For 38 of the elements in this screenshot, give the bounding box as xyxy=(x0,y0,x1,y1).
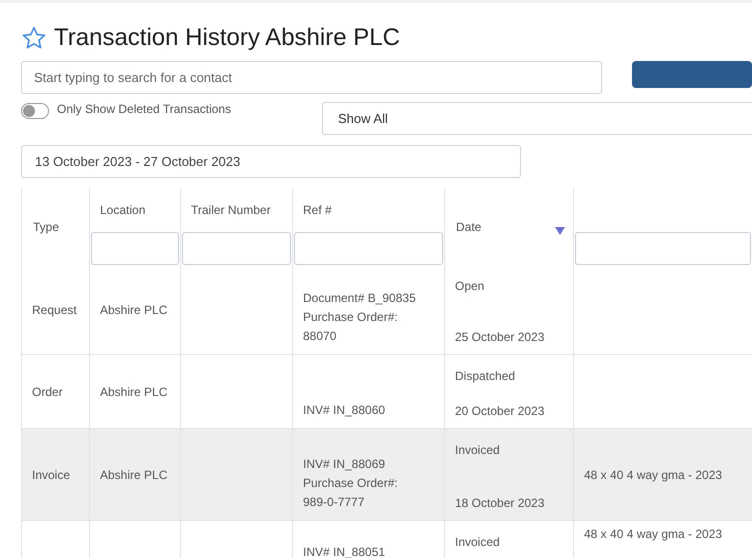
column-header[interactable]: Location xyxy=(100,203,146,217)
table-cell: Abshire PLC xyxy=(100,384,168,398)
table-cell-text: INV# IN_88069 Purchase Order#: 989-0-7777 xyxy=(303,456,398,511)
table-cell: 48 x 40 4 way gma - 2023 xyxy=(584,527,722,541)
column-filter-field[interactable] xyxy=(575,232,751,265)
sort-down-icon[interactable] xyxy=(555,226,565,234)
column-header[interactable]: Trailer Number xyxy=(191,203,271,217)
table-cell: Order xyxy=(32,384,63,398)
toggle-switch[interactable] xyxy=(21,103,49,119)
table-cell: 48 x 40 4 way gma - 2023 xyxy=(584,468,722,482)
table-cell-text: INV# IN_88060 xyxy=(303,402,386,419)
table-cell: Abshire PLC xyxy=(100,468,168,482)
table-cell: Invoice xyxy=(32,468,70,482)
table-row[interactable]: Invoice Abshire PLC INV# IN_88069 Purchase Order#: 989-0-7777 Invoiced 18 October 2023 48 x 40 4 way gma - 2023 xyxy=(21,429,752,521)
date-text: 25 October 2023 xyxy=(455,330,546,344)
column-filter-field[interactable] xyxy=(294,232,443,265)
table-cell-text: Document# B_90835 Purchase Order#: 88070 xyxy=(303,290,416,345)
toggle-label: Only Show Deleted Transactions xyxy=(57,102,232,116)
search-field[interactable]: Start typing to search for a contact xyxy=(21,61,602,94)
action-button[interactable] xyxy=(632,61,752,88)
status-text: Dispatched xyxy=(455,369,516,383)
status-text: Invoiced xyxy=(455,535,501,549)
column-filter-field[interactable] xyxy=(91,232,179,265)
star-icon[interactable] xyxy=(21,25,47,51)
column-header[interactable]: Type xyxy=(33,220,60,234)
date-range-field[interactable]: 13 October 2023 - 27 October 2023 xyxy=(21,145,521,178)
page-title: Transaction History Abshire PLC xyxy=(54,24,400,52)
table-row[interactable]: Request Abshire PLC Document# B_90835 Purchase Order#: 88070 Open 25 October 2023 xyxy=(21,265,752,355)
date-text: 20 October 2023 xyxy=(455,404,546,418)
column-header[interactable]: Ref # xyxy=(303,203,332,217)
table-cell: Abshire PLC xyxy=(100,302,168,316)
table-cell: Request xyxy=(32,302,77,316)
filter-dropdown[interactable]: Show All xyxy=(322,102,752,135)
status-text: Invoiced xyxy=(455,443,501,457)
date-text: 18 October 2023 xyxy=(455,496,546,510)
column-filter-field[interactable] xyxy=(182,232,291,265)
column-header[interactable]: Date xyxy=(456,220,482,234)
status-text: Open xyxy=(455,279,486,293)
